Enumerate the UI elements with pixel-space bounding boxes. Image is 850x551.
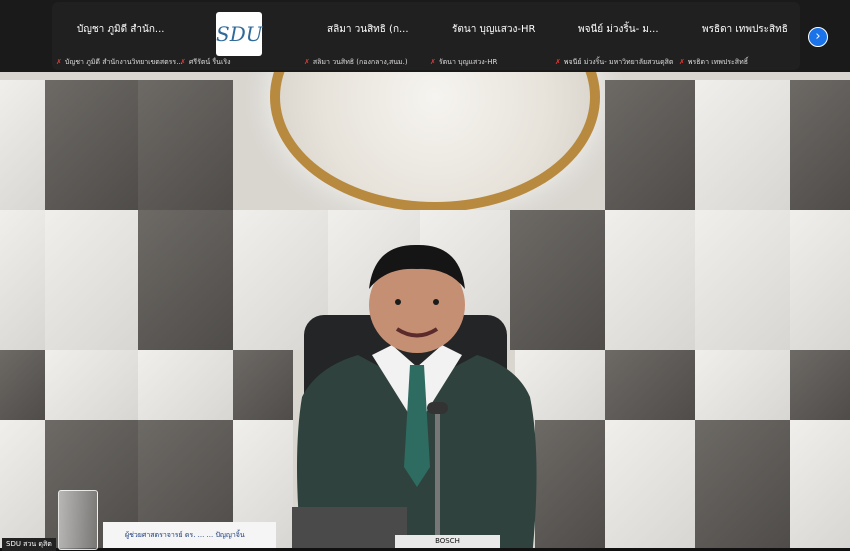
water-glass bbox=[58, 490, 98, 550]
wall-tile bbox=[45, 80, 138, 210]
university-logo-wall bbox=[270, 72, 600, 212]
wall-tile bbox=[138, 350, 233, 420]
participant-name[interactable]: รัตนา บุญแสวง-HR bbox=[452, 22, 536, 37]
participant-name[interactable]: พรธิดา เทพประสิทธิ bbox=[702, 22, 788, 37]
participant-subname: ✗ บัญชา ภูมิดี สำนักงานวิทยาเขตสตรร... bbox=[56, 58, 183, 66]
wall-tile bbox=[605, 350, 695, 420]
participant-name[interactable]: สลิมา วนสิทธิ (ก... bbox=[327, 22, 409, 37]
wall-tile bbox=[138, 210, 233, 350]
wall-tile bbox=[0, 350, 45, 420]
wall-tile bbox=[138, 80, 233, 210]
muted-mic-icon: ✗ bbox=[180, 58, 186, 66]
wall-tile bbox=[45, 210, 138, 350]
wall-tile bbox=[0, 80, 45, 210]
participant-subname: ✗ พจนีย์ ม่วงริ้น- มหาวิทยาลัยสวนดุสิต bbox=[555, 58, 674, 66]
main-video-feed bbox=[0, 72, 850, 548]
wall-tile bbox=[233, 350, 293, 420]
meeting-label: SDU สวน ดุสิต bbox=[2, 538, 56, 551]
wall-tile bbox=[790, 420, 850, 548]
wall-tile bbox=[790, 210, 850, 350]
participant-subname: ✗ พรธิดา เทพประสิทธิ์ bbox=[679, 58, 748, 66]
muted-mic-icon: ✗ bbox=[304, 58, 310, 66]
participant-logo-avatar[interactable]: SDU bbox=[216, 12, 263, 56]
participant-subname: ✗ ศรีรัตน์ รื่นเริง bbox=[180, 58, 231, 66]
wall-tile bbox=[695, 420, 790, 548]
muted-mic-icon: ✗ bbox=[56, 58, 62, 66]
participant-name[interactable]: พจนีย์ ม่วงริ้น- ม... bbox=[578, 22, 659, 37]
muted-mic-icon: ✗ bbox=[555, 58, 561, 66]
wall-tile bbox=[605, 80, 695, 210]
wall-tile bbox=[695, 210, 790, 350]
wall-tile bbox=[0, 210, 45, 350]
participant-subname: ✗ รัตนา บุญแสวง-HR bbox=[430, 58, 498, 66]
participant-subname: ✗ สลิมา วนสิทธิ (กองกลาง,สนม.) bbox=[304, 58, 408, 66]
muted-mic-icon: ✗ bbox=[679, 58, 685, 66]
speaker-figure bbox=[292, 244, 537, 548]
wall-tile bbox=[535, 420, 605, 548]
microphone-brand-label: BOSCH bbox=[395, 535, 500, 548]
wall-tile bbox=[45, 350, 138, 420]
muted-mic-icon: ✗ bbox=[430, 58, 436, 66]
wall-tile bbox=[0, 420, 45, 548]
participant-name[interactable]: บัญชา ภูมิดี สำนัก... bbox=[77, 22, 164, 37]
wall-tile bbox=[695, 350, 790, 420]
wall-tile bbox=[605, 420, 695, 548]
speaker-nameplate: ผู้ช่วยศาสตราจารย์ ดร. ... ... ปัญญาจิ้น bbox=[103, 522, 276, 548]
wall-tile bbox=[605, 210, 695, 350]
wall-tile bbox=[695, 80, 790, 210]
wall-tile bbox=[790, 80, 850, 210]
wall-tile bbox=[790, 350, 850, 420]
participant-strip: บัญชา ภูมิดี สำนัก... ✗ บัญชา ภูมิดี สำนั… bbox=[0, 0, 850, 72]
next-participants-button[interactable]: › bbox=[808, 27, 828, 47]
